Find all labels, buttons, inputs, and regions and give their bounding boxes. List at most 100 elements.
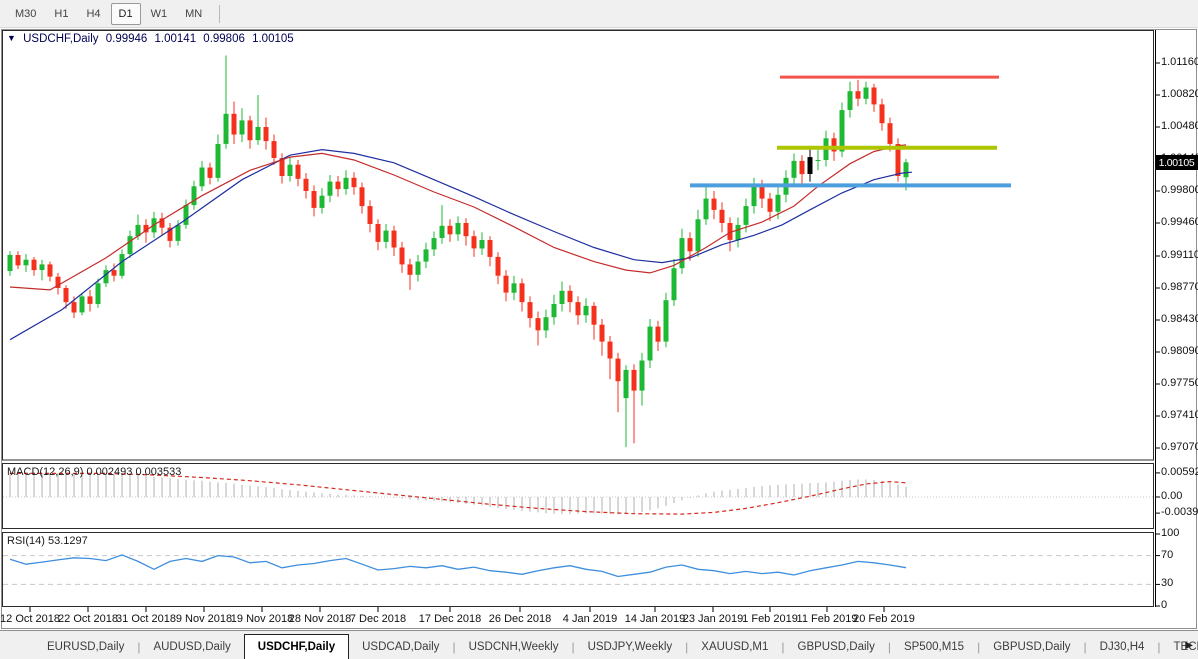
candle-body — [407, 264, 413, 275]
candle-body — [351, 177, 357, 188]
macd-axis-label: -0.003951 — [1161, 506, 1198, 518]
chart-tab-usdcnh-weekly[interactable]: USDCNH,Weekly — [456, 636, 572, 658]
chart-tab-usdcad-daily[interactable]: USDCAD,Daily — [349, 636, 452, 658]
rsi-axis-label: 0 — [1161, 599, 1168, 611]
candle-body — [431, 238, 437, 250]
chart-tab-gbpusd-daily[interactable]: GBPUSD,Daily — [980, 636, 1083, 658]
price-axis-label: 1.00480 — [1161, 120, 1198, 132]
candle-body — [327, 181, 333, 196]
timeframe-toolbar: M30 H1 H4 D1 W1 MN — [0, 0, 1198, 28]
date-axis-label: 7 Dec 2018 — [349, 613, 407, 625]
candle-body — [255, 127, 261, 141]
candle-body — [527, 302, 533, 319]
candle-body — [479, 240, 485, 249]
candle-body — [335, 181, 341, 190]
candle-body — [7, 255, 13, 271]
candle-body — [231, 113, 237, 135]
candle-body — [599, 324, 605, 342]
candle-body — [839, 110, 845, 152]
candle-body — [343, 177, 349, 190]
timeframe-button-d1[interactable]: D1 — [110, 2, 141, 25]
chart-tab-usdchf-daily[interactable]: USDCHF,Daily — [243, 634, 350, 659]
price-axis-label: 0.98770 — [1161, 281, 1198, 293]
candle-body — [583, 305, 589, 316]
chart-tab-xauusd-m1[interactable]: XAUUSD,M1 — [688, 636, 781, 658]
candle-body — [607, 341, 613, 359]
rsi-panel-border — [2, 532, 1154, 607]
candle-body — [447, 225, 453, 235]
price-axis-label: 0.97410 — [1161, 409, 1198, 421]
macd-axis-label: 0.00 — [1161, 490, 1183, 502]
candle-body — [383, 230, 389, 242]
ohlc-close: 1.00105 — [252, 33, 294, 45]
candle-body — [575, 302, 581, 316]
candle-body — [679, 238, 685, 269]
candle-body — [655, 326, 661, 342]
candle-body — [671, 268, 677, 301]
candle-body — [415, 261, 421, 275]
candle-body — [551, 304, 557, 318]
candle-body — [535, 318, 541, 331]
timeframe-button-m30[interactable]: M30 — [7, 3, 44, 25]
candle-body — [487, 240, 493, 257]
price-axis-label: 0.97070 — [1161, 441, 1198, 453]
candle-body — [455, 223, 461, 235]
candle-body — [871, 87, 877, 105]
candle-body — [807, 157, 813, 174]
date-axis-label: 11 Feb 2019 — [796, 613, 858, 625]
chart-tabs: EURUSD,Daily | AUDUSD,Daily USDCHF,Daily USD… — [0, 630, 1198, 659]
symbol-label: USDCHF,Daily — [23, 33, 99, 45]
main-panel-border — [2, 30, 1154, 461]
candle-body — [79, 296, 85, 313]
tab-scroll-right-icon[interactable]: ▶ — [1185, 640, 1193, 651]
chart-tab-gbpusd-daily[interactable]: GBPUSD,Daily — [785, 636, 888, 658]
rsi-label: RSI(14) 53.1297 — [7, 535, 88, 547]
date-axis-label: 12 Oct 2018 — [0, 613, 60, 625]
candle-body — [767, 198, 773, 212]
candle-body — [239, 120, 245, 135]
candle-body — [663, 300, 669, 342]
candle-body — [495, 256, 501, 276]
candle-body — [863, 87, 869, 99]
price-axis-label: 1.01160 — [1161, 56, 1198, 68]
chart-canvas[interactable] — [0, 28, 1198, 630]
candle-body — [71, 302, 77, 313]
price-axis-label: 0.99460 — [1161, 216, 1198, 228]
timeframe-button-mn[interactable]: MN — [177, 3, 210, 25]
timeframe-button-w1[interactable]: W1 — [143, 3, 176, 25]
candle-body — [743, 206, 749, 225]
candle-body — [367, 206, 373, 224]
symbol-dropdown-icon[interactable]: ▼ — [7, 33, 16, 43]
candle-body — [879, 104, 885, 124]
candle-body — [247, 120, 253, 141]
candle-body — [287, 164, 293, 176]
rsi-axis-label: 30 — [1161, 577, 1174, 589]
timeframe-button-h1[interactable]: H1 — [46, 3, 76, 25]
toolbar-separator — [219, 4, 221, 23]
candle-body — [31, 259, 37, 271]
candle-body — [311, 191, 317, 208]
candle-body — [215, 144, 221, 178]
candle-body — [271, 141, 277, 158]
chart-tab-dj30-h4[interactable]: DJ30,H4 — [1087, 636, 1158, 658]
candle-body — [623, 369, 629, 399]
chart-tab-eurusd-daily[interactable]: EURUSD,Daily — [34, 636, 137, 658]
candle-body — [543, 317, 549, 331]
chart-tab-audusd-daily[interactable]: AUDUSD,Daily — [140, 636, 243, 658]
chart-tab-sp500-m15[interactable]: SP500,M15 — [891, 636, 977, 658]
candle-body — [703, 198, 709, 220]
candle-body — [519, 283, 525, 303]
candle-body — [855, 91, 861, 99]
ohlc-open: 0.99946 — [105, 33, 148, 45]
candle-body — [15, 255, 21, 266]
chart-window[interactable]: ▼ USDCHF,Daily 0.99946 1.00141 0.99806 1… — [0, 28, 1198, 630]
candle-body — [263, 127, 269, 142]
timeframe-button-h4[interactable]: H4 — [78, 3, 108, 25]
candle-body — [791, 160, 797, 178]
candle-body — [903, 162, 909, 178]
chart-tab-usdjpy-weekly[interactable]: USDJPY,Weekly — [575, 636, 686, 658]
price-axis-label: 0.97750 — [1161, 377, 1198, 389]
rsi-axis-label: 70 — [1161, 549, 1174, 561]
candle-body — [751, 185, 757, 207]
date-axis-label: 26 Dec 2018 — [488, 613, 552, 625]
